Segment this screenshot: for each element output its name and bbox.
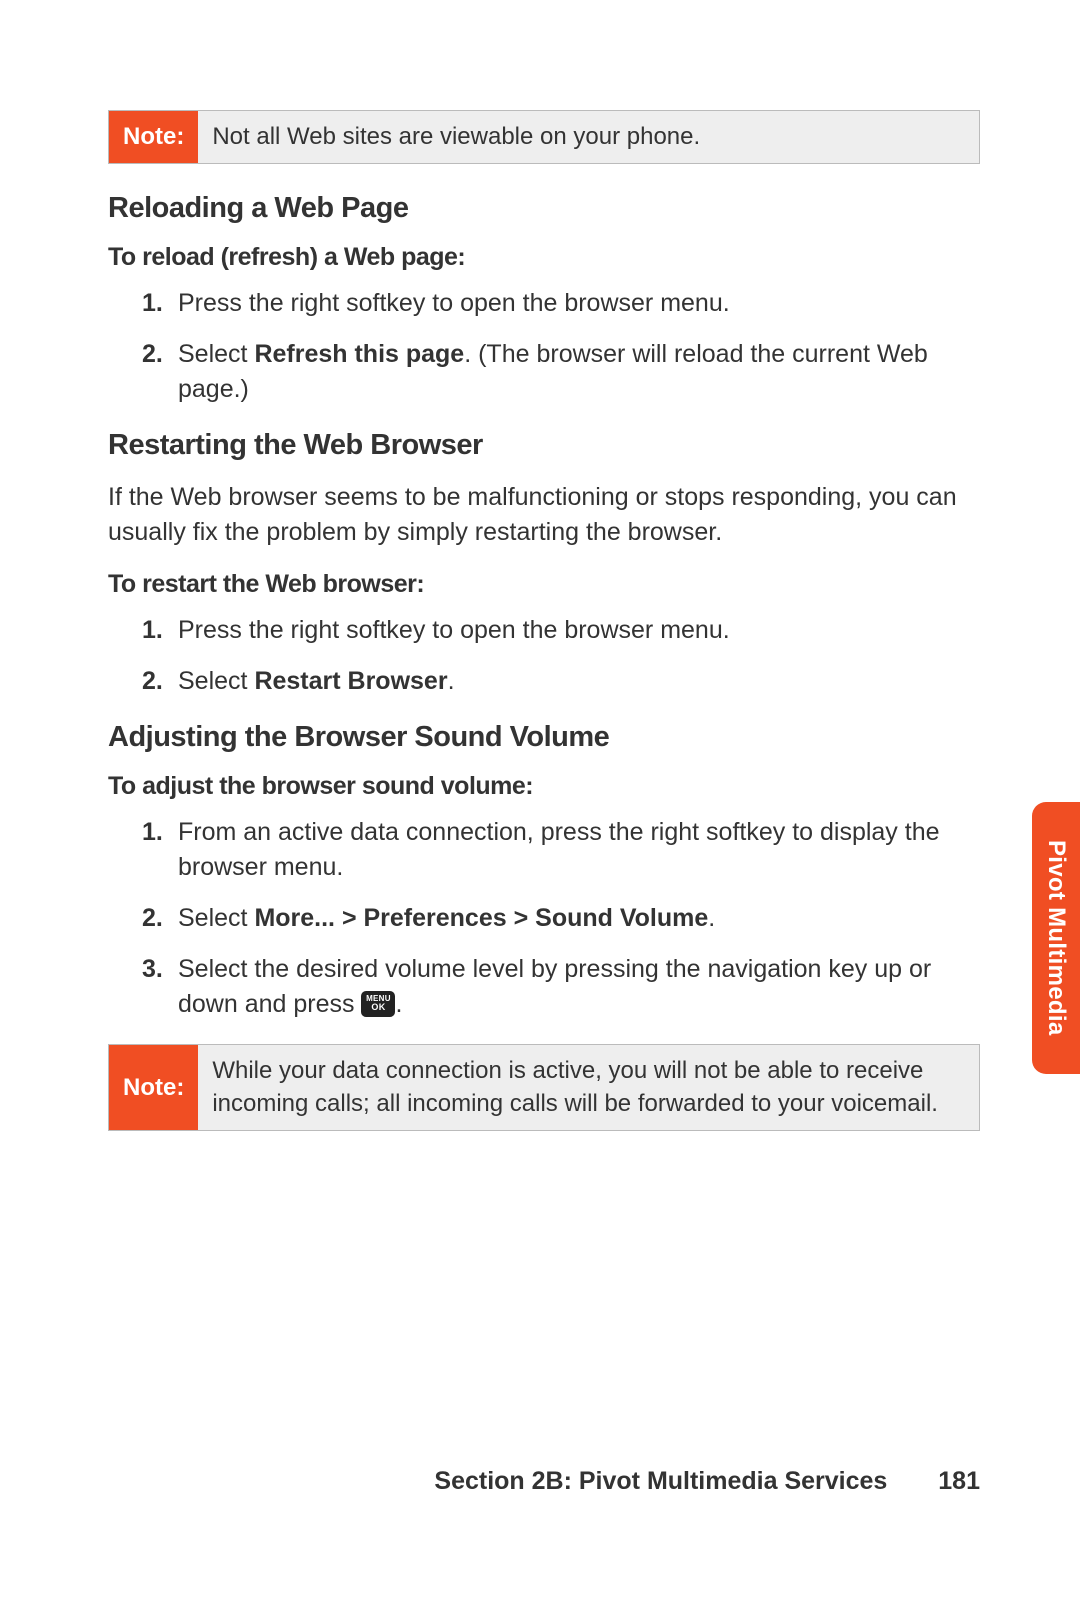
note-box-1: Note: Not all Web sites are viewable on … [108,110,980,164]
list-item: 2. Select Restart Browser. [178,664,980,699]
step-text: Select More... > Preferences > Sound Vol… [178,904,715,932]
step-number: 1. [142,815,163,850]
side-tab-label: Pivot Multimedia [1042,840,1070,1036]
list-item: 3. Select the desired volume level by pr… [178,952,980,1022]
page-number: 181 [938,1467,980,1496]
footer-section: Section 2B: Pivot Multimedia Services [434,1467,887,1495]
note-text: Not all Web sites are viewable on your p… [198,111,979,163]
step-number: 2. [142,664,163,699]
intro-restarting: If the Web browser seems to be malfuncti… [108,480,980,550]
step-text: Select Restart Browser. [178,667,455,695]
step-text: Select Refresh this page. (The browser w… [178,340,928,403]
list-item: 1. Press the right softkey to open the b… [178,613,980,648]
step-text: From an active data connection, press th… [178,818,940,881]
steps-reload: 1. Press the right softkey to open the b… [108,286,980,407]
step-text: Press the right softkey to open the brow… [178,289,730,317]
subheading-restart: To restart the Web browser: [108,570,980,599]
note-box-2: Note: While your data connection is acti… [108,1044,980,1131]
list-item: 1. From an active data connection, press… [178,815,980,885]
subheading-volume: To adjust the browser sound volume: [108,772,980,801]
note-text: While your data connection is active, yo… [198,1045,979,1130]
page-footer: Section 2B: Pivot Multimedia Services 18… [0,1467,1080,1496]
list-item: 2. Select Refresh this page. (The browse… [178,337,980,407]
heading-volume: Adjusting the Browser Sound Volume [108,721,980,754]
note-label: Note: [109,111,198,163]
subheading-reload: To reload (refresh) a Web page: [108,243,980,272]
step-text: Select the desired volume level by press… [178,955,931,1018]
step-number: 3. [142,952,163,987]
manual-page: Note: Not all Web sites are viewable on … [0,0,1080,1620]
steps-volume: 1. From an active data connection, press… [108,815,980,1022]
list-item: 2. Select More... > Preferences > Sound … [178,901,980,936]
step-number: 1. [142,613,163,648]
step-number: 2. [142,901,163,936]
side-tab: Pivot Multimedia [1032,802,1080,1074]
steps-restart: 1. Press the right softkey to open the b… [108,613,980,699]
step-text: Press the right softkey to open the brow… [178,616,730,644]
heading-reloading: Reloading a Web Page [108,192,980,225]
list-item: 1. Press the right softkey to open the b… [178,286,980,321]
heading-restarting: Restarting the Web Browser [108,429,980,462]
menu-ok-key-icon: MENUOK [361,991,395,1017]
step-number: 2. [142,337,163,372]
step-number: 1. [142,286,163,321]
note-label: Note: [109,1045,198,1130]
